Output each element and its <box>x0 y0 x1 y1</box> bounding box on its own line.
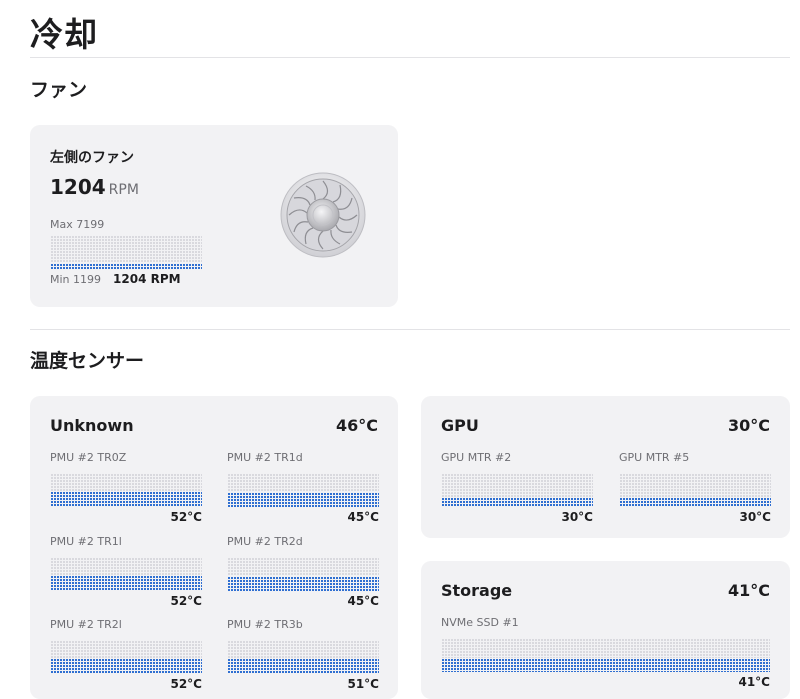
sensor-label: GPU MTR #5 <box>619 451 690 464</box>
fan-rpm-value: 1204 <box>50 175 106 199</box>
section-divider <box>30 329 790 330</box>
fan-rpm-unit: RPM <box>108 182 139 198</box>
sensor-card-storage: Storage 41°C NVMe SSD #1 41°C <box>421 561 790 699</box>
sensor-label: PMU #2 TR0Z <box>50 451 127 464</box>
fan-min-row: Min 1199 1204 RPM <box>50 272 181 286</box>
sensor-grid <box>50 473 202 507</box>
sensor-fill <box>441 497 593 507</box>
sensor-value: 45°C <box>347 510 379 524</box>
sensor-label: PMU #2 TR2l <box>50 618 122 631</box>
sensor-card-gpu: GPU 30°C GPU MTR #2 30°C GPU MTR #5 30°C <box>421 396 790 538</box>
sensor-grid <box>50 557 202 591</box>
sensor-fill <box>227 658 379 674</box>
sensor-grid <box>441 638 770 672</box>
sensor-item: PMU #2 TR2l 52°C <box>50 618 202 691</box>
sensor-item: PMU #2 TR3b 51°C <box>227 618 379 691</box>
sensor-value: 51°C <box>347 677 379 691</box>
sensor-item: PMU #2 TR1d 45°C <box>227 451 379 524</box>
sensor-fill <box>441 658 770 672</box>
sensor-grid <box>227 473 379 507</box>
sensor-fill <box>227 576 379 591</box>
sensor-label: NVMe SSD #1 <box>441 616 519 629</box>
sensor-group-temp: 41°C <box>727 581 770 600</box>
sensor-grid <box>227 640 379 674</box>
sensor-group-temp: 46°C <box>335 416 378 435</box>
sensor-item: PMU #2 TR2d 45°C <box>227 535 379 608</box>
sensor-item: NVMe SSD #1 41°C <box>441 616 770 689</box>
sensor-value: 52°C <box>170 510 202 524</box>
sensor-fill <box>50 658 202 674</box>
fan-min-label: Min 1199 <box>50 273 102 286</box>
fan-rpm: 1204 RPM <box>50 175 139 199</box>
fan-max-label: Max 7199 <box>50 218 105 231</box>
fan-current-label: 1204 RPM <box>113 272 181 286</box>
title-divider <box>30 57 790 58</box>
sensor-label: PMU #2 TR1l <box>50 535 122 548</box>
sensors-section-title: 温度センサー <box>30 350 145 372</box>
sensor-value: 30°C <box>561 510 593 524</box>
sensor-value: 52°C <box>170 677 202 691</box>
sensor-grid <box>619 473 771 507</box>
sensor-value: 41°C <box>738 675 770 689</box>
sensor-label: PMU #2 TR2d <box>227 535 303 548</box>
sensor-group-title: Unknown <box>50 416 134 435</box>
sensor-group-title: GPU <box>441 416 479 435</box>
fan-speed-graph <box>50 235 202 269</box>
sensor-fill <box>50 575 202 591</box>
fan-speed-fill <box>50 263 202 269</box>
fans-section-title: ファン <box>30 79 88 101</box>
sensor-value: 52°C <box>170 594 202 608</box>
sensor-fill <box>50 491 202 507</box>
page-title: 冷却 <box>30 15 98 54</box>
sensor-value: 30°C <box>739 510 771 524</box>
sensor-item: GPU MTR #5 30°C <box>619 451 771 524</box>
sensor-card-unknown: Unknown 46°C PMU #2 TR0Z 52°C PMU #2 TR1… <box>30 396 398 699</box>
sensor-fill <box>619 497 771 507</box>
fan-icon <box>280 172 366 262</box>
sensor-item: PMU #2 TR1l 52°C <box>50 535 202 608</box>
sensor-item: GPU MTR #2 30°C <box>441 451 593 524</box>
sensor-label: PMU #2 TR1d <box>227 451 303 464</box>
sensor-label: GPU MTR #2 <box>441 451 512 464</box>
sensor-value: 45°C <box>347 594 379 608</box>
sensor-grid <box>50 640 202 674</box>
sensor-label: PMU #2 TR3b <box>227 618 303 631</box>
fan-name: 左側のファン <box>50 150 134 166</box>
sensor-group-temp: 30°C <box>727 416 770 435</box>
sensor-grid <box>441 473 593 507</box>
sensor-group-title: Storage <box>441 581 513 600</box>
fan-speed-grid <box>50 235 202 269</box>
fan-card: 左側のファン 1204 RPM Max 7199 Min 1199 1204 RPM <box>30 125 398 307</box>
sensor-fill <box>227 492 379 507</box>
sensor-item: PMU #2 TR0Z 52°C <box>50 451 202 524</box>
sensor-grid <box>227 557 379 591</box>
